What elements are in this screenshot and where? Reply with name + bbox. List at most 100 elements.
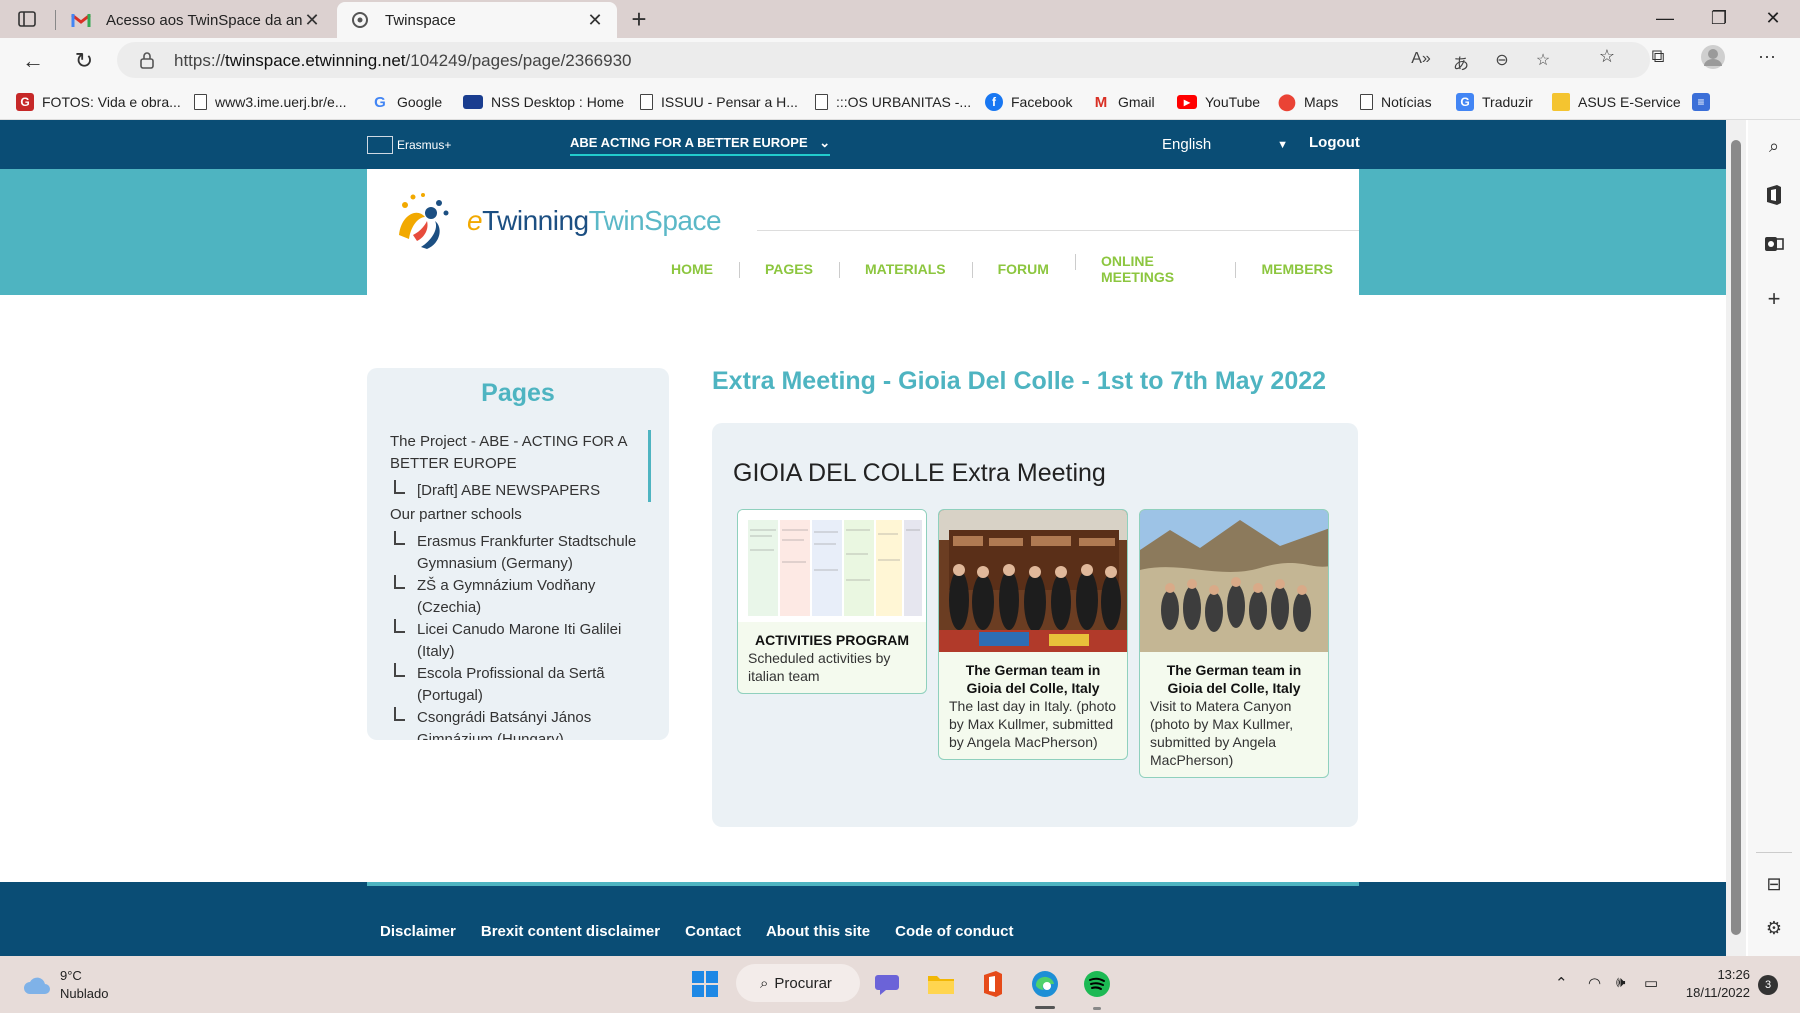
- page-link[interactable]: Escola Profissional da Sertã (Portugal): [390, 663, 640, 707]
- reload-button[interactable]: ↻: [67, 44, 101, 78]
- bookmark-item[interactable]: ⬤ Maps: [1278, 91, 1338, 113]
- gmail-icon: [70, 11, 92, 29]
- collections-icon[interactable]: ⧉: [1643, 46, 1673, 72]
- chevron-up-icon[interactable]: ⌃: [1555, 974, 1568, 992]
- teams-chat-icon[interactable]: [872, 967, 906, 1001]
- page-link[interactable]: ZŠ a Gymnázium Vodňany (Czechia): [390, 575, 640, 619]
- nav-pages[interactable]: PAGES: [739, 261, 839, 278]
- settings-gear-icon[interactable]: ⚙: [1762, 918, 1786, 942]
- close-window-button[interactable]: ✕: [1746, 0, 1800, 38]
- taskbar-search[interactable]: ⌕ Procurar: [736, 964, 860, 1002]
- eu-flag-icon: [463, 95, 483, 109]
- split-screen-icon[interactable]: ⊟: [1762, 874, 1786, 898]
- minimize-button[interactable]: —: [1638, 0, 1692, 38]
- bookmark-item[interactable]: NSS Desktop : Home: [463, 91, 624, 113]
- translate-icon[interactable]: あ: [1449, 50, 1473, 73]
- bookmark-fotos-icon: G: [16, 93, 34, 111]
- bookmark-item[interactable]: www3.ime.uerj.br/e...: [194, 91, 346, 113]
- read-aloud-icon[interactable]: A»: [1409, 50, 1433, 70]
- page-link[interactable]: Csongrádi Batsányi János Gimnázium (Hung…: [390, 707, 640, 740]
- address-bar[interactable]: https://twinspace.etwinning.net/104249/p…: [117, 42, 1650, 78]
- tab-gmail[interactable]: Acesso aos TwinSpace da antiga ✕: [58, 2, 334, 38]
- nav-materials[interactable]: MATERIALS: [838, 261, 972, 278]
- wifi-icon[interactable]: ◠: [1588, 974, 1601, 992]
- footer-link-about[interactable]: About this site: [766, 923, 870, 940]
- more-menu-icon[interactable]: ···: [1752, 46, 1782, 72]
- bookmark-item[interactable]: :::OS URBANITAS -...: [815, 91, 971, 113]
- sidebar-divider: [1756, 852, 1792, 853]
- bookmarks-bar: G FOTOS: Vida e obra... www3.ime.uerj.br/…: [0, 82, 1800, 120]
- page-link[interactable]: [Draft] ABE NEWSPAPERS: [390, 480, 640, 502]
- nav-forum[interactable]: FORUM: [971, 261, 1075, 278]
- pages-scrollbar[interactable]: [648, 430, 651, 502]
- zoom-out-icon[interactable]: ⊖: [1490, 50, 1514, 70]
- lock-icon: [140, 52, 154, 69]
- add-icon[interactable]: +: [1762, 286, 1786, 311]
- footer-link-disclaimer[interactable]: Disclaimer: [380, 923, 456, 940]
- nav-home[interactable]: HOME: [645, 261, 739, 277]
- gallery-tile[interactable]: The German team in Gioia del Colle, Ital…: [938, 509, 1128, 760]
- close-tab-icon[interactable]: ✕: [585, 10, 605, 31]
- page-link[interactable]: Erasmus Frankfurter Stadtschule Gymnasiu…: [390, 531, 640, 575]
- bookmark-item[interactable]: G Google: [371, 91, 442, 113]
- bookmark-item[interactable]: f Facebook: [985, 91, 1072, 113]
- nav-online-meetings[interactable]: ONLINE MEETINGS: [1074, 253, 1236, 285]
- cloud-icon: [24, 977, 50, 994]
- scrollbar-thumb[interactable]: [1731, 140, 1741, 935]
- volume-icon[interactable]: 🕪: [1616, 974, 1625, 991]
- windows-start-icon[interactable]: [688, 967, 722, 1001]
- profile-avatar[interactable]: [1698, 44, 1728, 70]
- bookmark-item[interactable]: ASUS E-Service: [1552, 91, 1681, 113]
- page-link[interactable]: Licei Canudo Marone Iti Galilei (Italy): [390, 619, 640, 663]
- page-link[interactable]: Our partner schools: [390, 504, 640, 526]
- clock-time: 13:26: [1717, 967, 1750, 982]
- language-select[interactable]: English ▼: [1162, 136, 1288, 153]
- system-clock[interactable]: 13:26 18/11/2022: [1680, 966, 1750, 1002]
- bookmark-label: Google: [397, 94, 443, 110]
- office-app-icon[interactable]: [976, 967, 1010, 1001]
- notification-badge[interactable]: 3: [1758, 975, 1778, 995]
- close-tab-icon[interactable]: ✕: [302, 10, 322, 31]
- taskbar-search-label: Procurar: [774, 974, 832, 992]
- add-favorite-icon[interactable]: ☆: [1531, 50, 1555, 70]
- office-icon[interactable]: [1762, 184, 1786, 208]
- bookmark-item[interactable]: M Gmail: [1092, 91, 1155, 113]
- footer-link-code-of-conduct[interactable]: Code of conduct: [895, 923, 1013, 940]
- activities-program-thumbnail: [738, 510, 926, 622]
- file-explorer-icon[interactable]: [924, 967, 958, 1001]
- maximize-button[interactable]: ❐: [1692, 0, 1746, 38]
- page-link[interactable]: The Project - ABE - ACTING FOR A BETTER …: [390, 431, 640, 475]
- footer-link-contact[interactable]: Contact: [685, 923, 741, 940]
- header-divider: [757, 230, 1359, 231]
- gallery-tile[interactable]: ACTIVITIES PROGRAM Scheduled activities …: [737, 509, 927, 694]
- bookmark-item[interactable]: G Traduzir: [1456, 91, 1533, 113]
- folder-icon: [1552, 93, 1570, 111]
- battery-icon[interactable]: ▭: [1644, 974, 1658, 992]
- spotify-icon[interactable]: [1080, 967, 1114, 1001]
- footer-link-brexit-disclaimer[interactable]: Brexit content disclaimer: [481, 923, 660, 940]
- favorites-icon[interactable]: ☆: [1592, 46, 1622, 72]
- logout-link[interactable]: Logout: [1309, 134, 1360, 151]
- outlook-icon[interactable]: [1762, 234, 1786, 258]
- etwinning-twinspace-logo[interactable]: eTwinningTwinSpace: [391, 191, 722, 251]
- weather-widget[interactable]: 9°C Nublado: [22, 967, 108, 1003]
- tab-actions-icon[interactable]: [14, 8, 40, 30]
- nav-members[interactable]: MEMBERS: [1235, 261, 1359, 278]
- bookmark-item[interactable]: ISSUU - Pensar a H...: [640, 91, 798, 113]
- tab-twinspace[interactable]: Twinspace ✕: [337, 2, 617, 38]
- back-button[interactable]: ←: [16, 44, 50, 78]
- page-scrollbar[interactable]: [1726, 120, 1746, 956]
- bookmark-label: FOTOS: Vida e obra...: [42, 94, 181, 110]
- bookmark-label: Facebook: [1011, 94, 1073, 110]
- bookmark-item[interactable]: Notícias: [1360, 91, 1432, 113]
- web-page: Erasmus+ ABE ACTING FOR A BETTER EUROPE …: [0, 120, 1726, 956]
- erasmus-logo[interactable]: Erasmus+: [367, 136, 451, 154]
- project-dropdown[interactable]: ABE ACTING FOR A BETTER EUROPE ⌄: [570, 135, 831, 156]
- search-icon[interactable]: ⌕: [1762, 136, 1786, 160]
- new-tab-button[interactable]: +: [624, 4, 654, 34]
- bookmark-item[interactable]: G FOTOS: Vida e obra...: [16, 91, 181, 113]
- bookmark-item[interactable]: ▶ YouTube: [1177, 91, 1260, 113]
- edge-browser-icon[interactable]: [1028, 967, 1062, 1001]
- bookmark-item[interactable]: ≡: [1692, 91, 1718, 113]
- gallery-tile[interactable]: The German team in Gioia del Colle, Ital…: [1139, 509, 1329, 778]
